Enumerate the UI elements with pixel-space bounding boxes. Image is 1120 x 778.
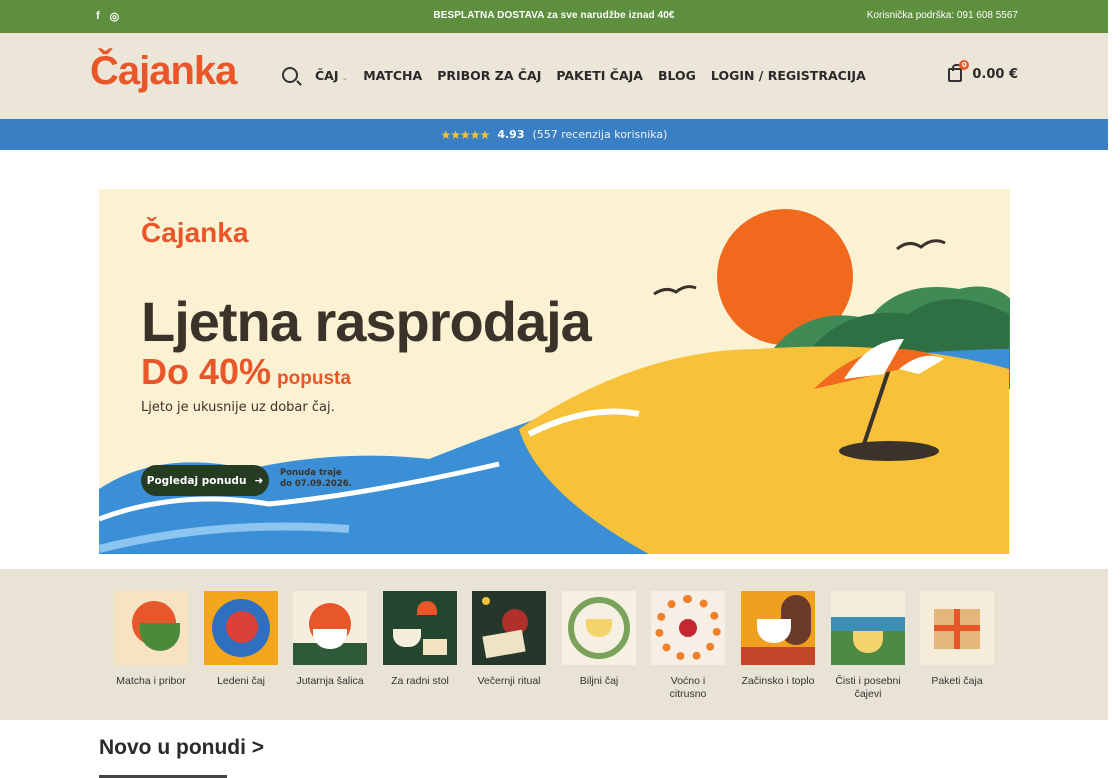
hero-banner[interactable]: Čajanka Ljetna rasprodaja Do 40% popusta … xyxy=(99,189,1010,554)
tea-gift-box-image xyxy=(920,591,994,665)
citrus-tea-image xyxy=(651,591,725,665)
shopping-bag-icon: 0 xyxy=(948,59,970,82)
support-phone[interactable]: Korisnička podrška: 091 608 5567 xyxy=(867,10,1018,21)
category-label: Začinsko i toplo xyxy=(741,675,815,687)
category-label: Matcha i pribor xyxy=(116,675,186,687)
search-icon[interactable] xyxy=(282,67,298,83)
offer-valid-until: Ponuda traje do 07.09.2026. xyxy=(280,468,352,490)
view-offer-button[interactable]: Pogledaj ponudu ➜ xyxy=(141,465,269,496)
nav-item-paketi[interactable]: PAKETI ČAJA xyxy=(556,68,643,83)
hero-logo: Čajanka xyxy=(141,217,249,248)
nav-item-caj[interactable]: ČAJ ⌄ xyxy=(315,68,348,83)
cart-total: 0.00 € xyxy=(972,67,1018,82)
evening-ritual-image xyxy=(472,591,546,665)
spiced-tea-image xyxy=(741,591,815,665)
iced-tea-image xyxy=(204,591,278,665)
category-item[interactable]: Jutarnja šalica xyxy=(293,591,367,688)
hero-headline: Ljetna rasprodaja xyxy=(141,290,592,353)
category-item[interactable]: Matcha i pribor xyxy=(114,591,188,688)
category-item[interactable]: Ledeni čaj xyxy=(204,591,278,688)
pure-tea-image xyxy=(831,591,905,665)
category-strip: Matcha i pribor Ledeni čaj Jutarnja šali… xyxy=(0,569,1108,720)
discount-suffix: popusta xyxy=(277,368,351,389)
new-products-heading[interactable]: Novo u ponudi > xyxy=(99,736,264,760)
discount-value: Do 40% xyxy=(141,351,272,392)
category-label: Ledeni čaj xyxy=(217,675,265,687)
desk-image xyxy=(383,591,457,665)
category-label: Večernji ritual xyxy=(477,675,541,687)
morning-cup-image xyxy=(293,591,367,665)
rating-score: 4.93 xyxy=(497,128,525,141)
top-bar: f ◎ BESPLATNA DOSTAVA za sve narudžbe iz… xyxy=(0,0,1108,33)
cart-button[interactable]: 0 0.00 € xyxy=(948,59,1018,82)
site-logo[interactable]: Čajanka xyxy=(90,49,237,94)
nav-item-pribor[interactable]: PRIBOR ZA ČAJ xyxy=(437,68,541,83)
category-item[interactable]: Paketi čaja xyxy=(920,591,994,688)
category-item[interactable]: Biljni čaj xyxy=(562,591,636,688)
category-label: Voćno i citrusno xyxy=(669,675,707,700)
matcha-image xyxy=(114,591,188,665)
cart-count-badge: 0 xyxy=(959,59,970,70)
main-nav: ČAJ ⌄ MATCHA PRIBOR ZA ČAJ PAKETI ČAJA BL… xyxy=(282,67,866,83)
nav-item-matcha[interactable]: MATCHA xyxy=(363,68,422,83)
category-item[interactable]: Čisti i posebni čajevi xyxy=(831,591,905,701)
nav-item-blog[interactable]: BLOG xyxy=(658,68,696,83)
category-item[interactable]: Za radni stol xyxy=(383,591,457,688)
category-label: Čisti i posebni čajevi xyxy=(835,675,901,700)
star-rating-icon: ★★★★★ xyxy=(440,127,491,142)
hero-tagline: Ljeto je ukusnije uz dobar čaj. xyxy=(141,400,335,415)
category-label: Jutarnja šalica xyxy=(296,675,364,687)
chevron-down-icon: ⌄ xyxy=(341,72,349,82)
hero-discount: Do 40% popusta xyxy=(141,351,351,393)
review-count: (557 recenzija korisnika) xyxy=(532,128,668,141)
category-item[interactable]: Začinsko i toplo xyxy=(741,591,815,688)
nav-item-login[interactable]: LOGIN / REGISTRACIJA xyxy=(711,68,866,83)
arrow-right-icon: ➜ xyxy=(254,474,264,487)
category-label: Biljni čaj xyxy=(579,675,619,687)
until-line-2: do 07.09.2026. xyxy=(280,479,352,489)
category-label: Za radni stol xyxy=(391,675,449,687)
category-label: Paketi čaja xyxy=(931,675,983,687)
nav-item-label: ČAJ xyxy=(315,67,339,83)
until-line-1: Ponuda traje xyxy=(280,468,342,478)
site-header: Čajanka ČAJ ⌄ MATCHA PRIBOR ZA ČAJ PAKETI… xyxy=(0,33,1108,119)
rating-bar[interactable]: ★★★★★ 4.93 (557 recenzija korisnika) xyxy=(0,119,1108,150)
cta-label: Pogledaj ponudu xyxy=(146,474,247,487)
category-item[interactable]: Večernji ritual xyxy=(472,591,546,688)
herbal-tea-image xyxy=(562,591,636,665)
category-item[interactable]: Voćno i citrusno xyxy=(651,591,725,701)
